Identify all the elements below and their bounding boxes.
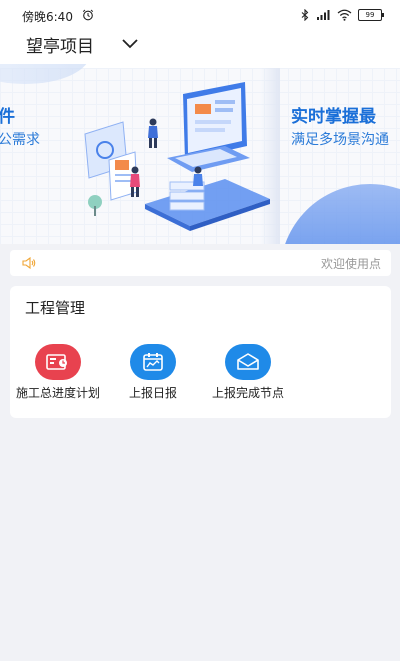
speaker-icon [22, 257, 36, 269]
banner-right-title: 实时掌握最 [291, 107, 376, 127]
banner-left-subtitle: 公需求 [0, 132, 40, 148]
tile-label: 上报完成节点 [211, 386, 284, 400]
section-title: 工程管理 [25, 299, 86, 317]
battery-icon: 99 [358, 9, 384, 21]
banner-right-subtitle: 满足多场景沟通 [291, 132, 389, 148]
signal-icon [317, 10, 330, 20]
tile-label: 上报日报 [128, 386, 177, 400]
status-bar: 傍晚6:40 99 [0, 0, 400, 30]
engineering-management-card: 工程管理 施工总进度计划 上报日报 上报完成节点 [10, 286, 391, 418]
daily-report-button[interactable]: 上报日报 [107, 344, 199, 400]
chevron-down-icon[interactable] [121, 37, 139, 49]
project-selector-title[interactable]: 望亭项目 [26, 32, 94, 57]
status-time: 傍晚6:40 [22, 10, 73, 24]
office-illustration [84, 82, 270, 231]
alarm-icon [82, 9, 94, 21]
mail-node-icon [225, 344, 271, 380]
notice-bar[interactable]: 欢迎使用点 [10, 250, 391, 276]
notice-text: 欢迎使用点 [320, 257, 381, 271]
promo-banner[interactable]: 件 公需求 实时掌握最 满足多场景沟通 [0, 64, 400, 244]
construction-schedule-button[interactable]: 施工总进度计划 [12, 344, 104, 400]
report-completion-node-button[interactable]: 上报完成节点 [202, 344, 294, 400]
bluetooth-icon [301, 9, 309, 21]
gantt-plan-icon [35, 344, 81, 380]
header: 望亭项目 [0, 30, 400, 64]
wifi-icon [337, 9, 352, 21]
daily-report-icon [130, 344, 176, 380]
tile-label: 施工总进度计划 [15, 386, 100, 400]
bottom-area [0, 655, 400, 661]
banner-left-title: 件 [0, 107, 15, 127]
status-icons: 99 [301, 8, 384, 22]
